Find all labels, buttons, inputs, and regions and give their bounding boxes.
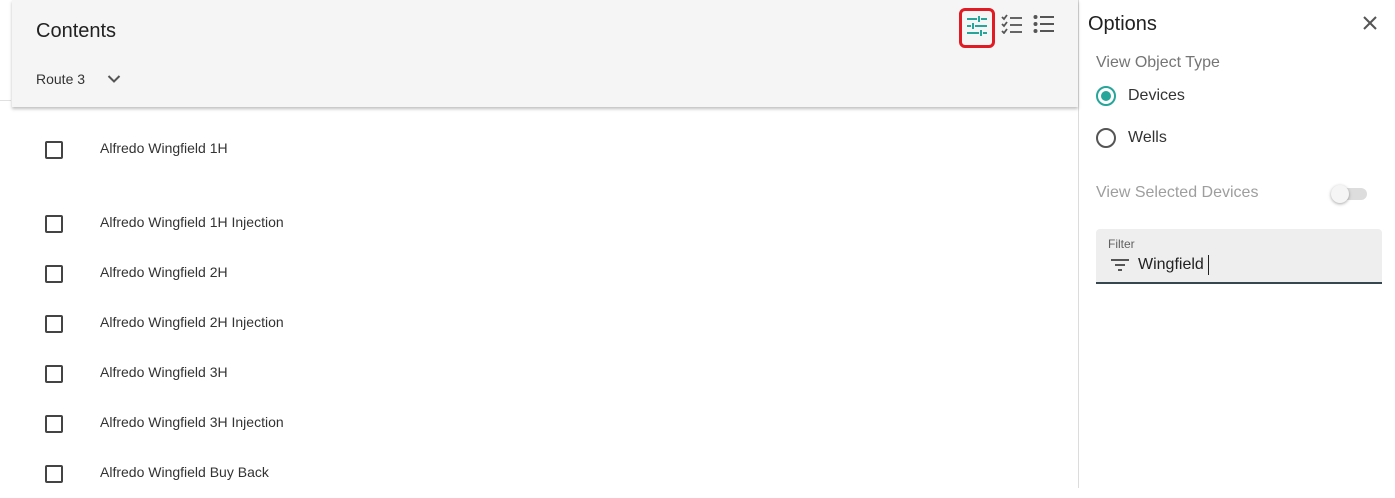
- filter-label: Filter: [1108, 237, 1135, 251]
- list-item[interactable]: Alfredo Wingfield 1H: [12, 107, 1078, 198]
- item-label: Alfredo Wingfield 3H Injection: [100, 414, 284, 430]
- item-checkbox[interactable]: [45, 465, 63, 483]
- view-object-type-label: View Object Type: [1096, 54, 1220, 71]
- checklist-icon: [1001, 13, 1023, 39]
- view-selected-devices-toggle[interactable]: [1331, 185, 1369, 203]
- list-item[interactable]: Alfredo Wingfield Buy Back: [12, 448, 1078, 498]
- filter-field[interactable]: Filter: [1096, 229, 1382, 284]
- list-icon: [1033, 14, 1055, 39]
- list-view-button[interactable]: [1028, 10, 1060, 42]
- item-label: Alfredo Wingfield 2H: [100, 264, 228, 280]
- left-edge-divider: [0, 100, 11, 101]
- radio-button-unchecked[interactable]: [1096, 128, 1116, 148]
- item-label: Alfredo Wingfield Buy Back: [100, 464, 269, 480]
- text-caret: [1208, 255, 1209, 275]
- filter-icon: [1110, 257, 1130, 273]
- chevron-down-icon: [105, 70, 123, 88]
- item-label: Alfredo Wingfield 1H Injection: [100, 214, 284, 230]
- filter-input[interactable]: [1138, 254, 1368, 276]
- route-dropdown[interactable]: Route 3: [36, 66, 123, 92]
- list-item[interactable]: Alfredo Wingfield 3H Injection: [12, 398, 1078, 448]
- contents-panel: Contents Route 3 Alfredo Wingfield 1H Al…: [12, 0, 1078, 488]
- item-checkbox[interactable]: [45, 315, 63, 333]
- list-item[interactable]: Alfredo Wingfield 1H Injection: [12, 198, 1078, 248]
- list-item[interactable]: Alfredo Wingfield 3H: [12, 348, 1078, 398]
- close-icon: [1362, 15, 1378, 36]
- close-button[interactable]: [1359, 14, 1381, 36]
- checklist-button[interactable]: [996, 10, 1028, 42]
- radio-wells[interactable]: Wells: [1096, 124, 1167, 152]
- item-label: Alfredo Wingfield 2H Injection: [100, 314, 284, 330]
- radio-button-checked[interactable]: [1096, 86, 1116, 106]
- list-item[interactable]: Alfredo Wingfield 2H Injection: [12, 298, 1078, 348]
- item-label: Alfredo Wingfield 3H: [100, 364, 228, 380]
- item-label: Alfredo Wingfield 1H: [100, 140, 228, 156]
- route-dropdown-value: Route 3: [36, 71, 86, 87]
- item-checkbox[interactable]: [45, 141, 63, 159]
- contents-title: Contents: [36, 20, 117, 42]
- item-checkbox[interactable]: [45, 265, 63, 283]
- list-item[interactable]: Alfredo Wingfield 2H: [12, 248, 1078, 298]
- radio-devices[interactable]: Devices: [1096, 82, 1185, 110]
- item-checkbox[interactable]: [45, 215, 63, 233]
- tune-icon: [966, 15, 988, 41]
- toggle-thumb: [1331, 185, 1349, 203]
- device-list: Alfredo Wingfield 1H Alfredo Wingfield 1…: [12, 107, 1078, 498]
- view-selected-devices-row: View Selected Devices: [1096, 182, 1376, 206]
- left-edge-strip: [0, 0, 11, 488]
- item-checkbox[interactable]: [45, 415, 63, 433]
- radio-label-devices: Devices: [1128, 87, 1185, 104]
- options-title: Options: [1088, 13, 1157, 35]
- radio-label-wells: Wells: [1128, 129, 1167, 146]
- options-panel: Options View Object Type Devices Wells V…: [1079, 0, 1395, 488]
- contents-header: Contents Route 3: [12, 0, 1078, 107]
- options-toggle-button[interactable]: [959, 8, 995, 48]
- item-checkbox[interactable]: [45, 365, 63, 383]
- view-selected-devices-label: View Selected Devices: [1096, 184, 1259, 201]
